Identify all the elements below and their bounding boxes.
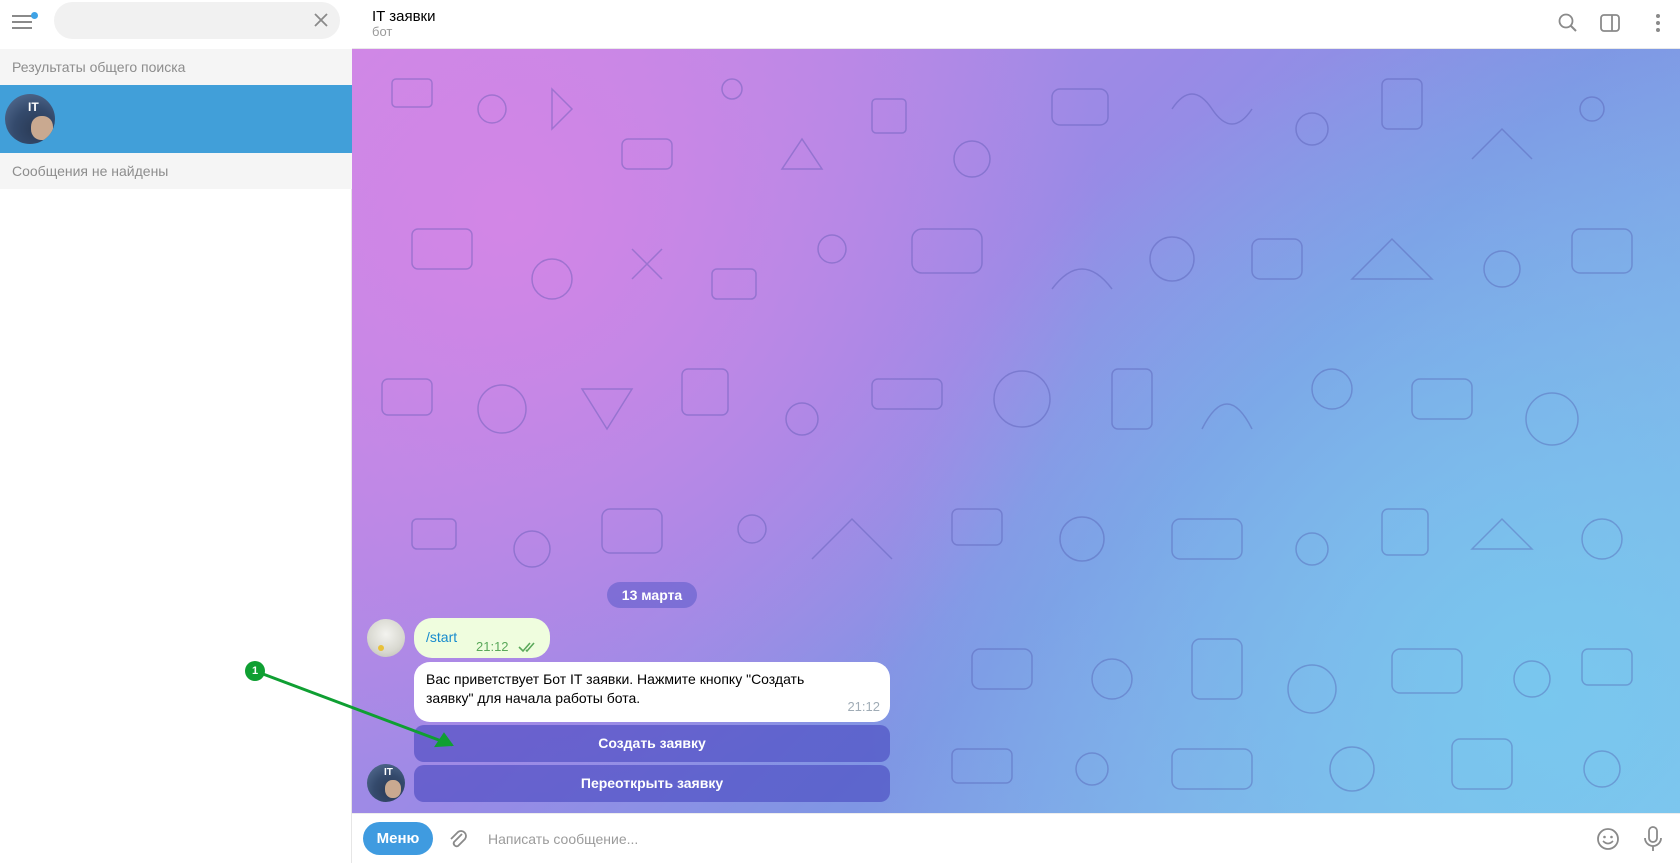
menu-icon[interactable] [12,12,38,36]
avatar-face [385,780,401,798]
message-text: Вас приветствует Бот IT заявки. Нажмите … [426,671,805,706]
message-time: 21:12 [847,699,880,714]
double-check-icon [518,640,540,653]
message-text: /start [426,629,458,645]
mic-icon[interactable] [1640,824,1666,854]
search-box [54,2,340,39]
bot-menu-button[interactable]: Меню [363,822,433,855]
avatar-detail [378,645,384,651]
avatar: IT [5,94,55,144]
sidebar-top-bar [0,0,352,49]
message-composer: Меню [352,813,1680,863]
message-time: 21:12 [476,639,509,654]
side-panel-icon[interactable] [1597,10,1623,36]
search-icon[interactable] [1555,10,1581,36]
search-input[interactable] [68,10,298,30]
messages-not-found-header: Сообщения не найдены [0,153,352,189]
annotation-marker: 1 [245,661,265,681]
notification-dot [31,12,38,19]
sidebar: Результаты общего поиска IT Сообщения не… [0,0,352,863]
incoming-message[interactable]: Вас приветствует Бот IT заявки. Нажмите … [414,662,890,722]
chat-background: 13 марта /start 21:12 Вас приветствует Б… [352,49,1680,813]
chat-area: IT заявки бот 13 марта /start 21:12 Вас … [352,0,1680,863]
chat-header[interactable]: IT заявки бот [352,0,1680,49]
search-result-item[interactable]: IT [0,85,352,153]
chat-title: IT заявки [372,8,436,25]
more-icon[interactable] [1645,10,1671,36]
avatar-tag: IT [384,767,393,778]
avatar[interactable] [367,619,405,657]
chat-subtitle: бот [372,24,393,39]
date-separator: 13 марта [607,582,697,608]
emoji-icon[interactable] [1595,826,1621,852]
create-request-button[interactable]: Создать заявку [414,725,890,762]
avatar[interactable]: IT [367,764,405,802]
global-search-results-header: Результаты общего поиска [0,49,352,85]
reopen-request-button[interactable]: Переоткрыть заявку [414,765,890,802]
attach-icon[interactable] [445,826,471,852]
message-input[interactable] [488,827,1488,851]
close-icon[interactable] [312,11,330,29]
avatar-face [31,116,53,140]
avatar-tag: IT [28,100,39,114]
outgoing-message[interactable]: /start 21:12 [414,618,550,658]
